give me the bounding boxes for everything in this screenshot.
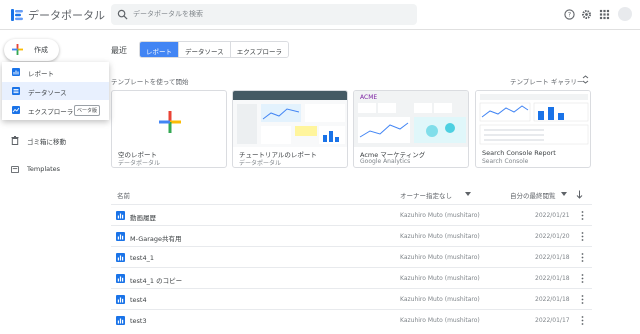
table-row[interactable]: M-Garage共有用 Kazuhiro Muto (mushitaro) 2022… — [111, 225, 592, 246]
page-title: 最近 — [111, 46, 127, 55]
tab-datasources[interactable]: データソース — [178, 42, 230, 57]
report-icon — [116, 316, 125, 325]
column-header-owner[interactable]: オーナー指定なし — [400, 190, 452, 200]
more-vert-icon[interactable] — [581, 295, 584, 304]
report-owner: Kazuhiro Muto (mushitaro) — [400, 254, 480, 261]
template-gallery-toggle[interactable]: テンプレート ギャラリー — [510, 76, 583, 86]
sort-arrow-icon[interactable] — [576, 190, 583, 199]
report-icon — [116, 253, 125, 262]
explorer-icon — [12, 106, 20, 114]
report-icon — [116, 295, 125, 304]
report-last-viewed: 2022/01/17 — [535, 317, 570, 324]
data-studio-logo-icon[interactable] — [10, 8, 24, 22]
app-title[interactable]: データポータル — [28, 7, 105, 23]
plus-icon — [159, 111, 181, 133]
more-vert-icon[interactable] — [581, 211, 584, 220]
template-card-search-console[interactable]: Search Console Report Search Console — [475, 90, 591, 168]
report-owner: Kazuhiro Muto (mushitaro) — [400, 212, 480, 219]
template-subtitle: データポータル — [118, 160, 161, 167]
sidebar-item-label: Templates — [27, 165, 61, 173]
template-thumbnail — [233, 91, 347, 147]
create-button[interactable]: 作成 — [4, 39, 59, 61]
template-subtitle: データポータル — [239, 160, 282, 167]
table-row[interactable]: test4 Kazuhiro Muto (mushitaro) 2022/01/18 — [111, 288, 592, 309]
asset-type-tabs: レポート データソース エクスプローラ — [139, 41, 289, 58]
report-owner: Kazuhiro Muto (mushitaro) — [400, 317, 480, 324]
report-owner: Kazuhiro Muto (mushitaro) — [400, 296, 480, 303]
sidebar-item-label: ゴミ箱に移動 — [27, 138, 66, 146]
more-vert-icon[interactable] — [581, 253, 584, 262]
report-name[interactable]: test4 — [130, 296, 147, 304]
trash-icon — [11, 136, 19, 145]
beta-badge: ベータ版 — [74, 105, 101, 116]
template-thumbnail: ACME — [354, 91, 468, 147]
report-name[interactable]: test4_1 — [130, 254, 154, 262]
search-box[interactable]: データポータルを検索 — [111, 4, 417, 25]
report-icon — [116, 274, 125, 283]
settings-icon[interactable] — [581, 9, 592, 20]
report-name[interactable]: test4_1 のコピー — [130, 275, 182, 285]
report-icon — [116, 232, 125, 241]
template-card-tutorial[interactable]: チュートリアルのレポート データポータル — [232, 90, 348, 168]
template-section-heading: テンプレートを使って開始 — [111, 78, 189, 86]
report-name[interactable]: test3 — [130, 317, 147, 325]
report-last-viewed: 2022/01/18 — [535, 254, 570, 261]
table-row[interactable]: test3 Kazuhiro Muto (mushitaro) 2022/01/17 — [111, 309, 592, 330]
menu-item-label: レポート — [28, 70, 54, 78]
datasource-icon — [12, 87, 20, 95]
table-row[interactable]: test4_1 Kazuhiro Muto (mushitaro) 2022/01/… — [111, 246, 592, 267]
report-owner: Kazuhiro Muto (mushitaro) — [400, 233, 480, 240]
menu-item-label: データソース — [28, 89, 67, 97]
account-avatar[interactable] — [618, 7, 632, 21]
menu-item-datasource[interactable]: データソース — [2, 82, 109, 100]
report-owner: Kazuhiro Muto (mushitaro) — [400, 275, 480, 282]
apps-grid-icon[interactable] — [599, 9, 610, 20]
plus-icon — [12, 44, 23, 55]
search-input[interactable]: データポータルを検索 — [133, 9, 203, 19]
menu-item-explorer[interactable]: エクスプローラ ベータ版 — [2, 101, 109, 119]
more-vert-icon[interactable] — [581, 316, 584, 325]
column-header-name[interactable]: 名前 — [117, 190, 130, 200]
report-last-viewed: 2022/01/18 — [535, 296, 570, 303]
table-row[interactable]: 動画履歴 Kazuhiro Muto (mushitaro) 2022/01/21 — [111, 204, 592, 225]
template-title: Search Console Report — [482, 149, 556, 157]
menu-item-report[interactable]: レポート — [2, 63, 109, 81]
unfold-icon[interactable] — [582, 75, 589, 84]
report-last-viewed: 2022/01/21 — [535, 212, 570, 219]
template-subtitle: Search Console — [482, 158, 529, 165]
owner-dropdown-icon[interactable] — [465, 192, 471, 197]
top-app-bar: データポータル データポータルを検索 ? — [0, 0, 640, 30]
create-label: 作成 — [34, 46, 48, 54]
template-card-blank[interactable]: 空のレポート データポータル — [111, 90, 227, 168]
report-name[interactable]: 動画履歴 — [130, 212, 156, 222]
report-icon — [12, 68, 20, 76]
help-icon[interactable]: ? — [564, 9, 575, 20]
column-header-last-viewed[interactable]: 自分の最終閲覧 — [510, 190, 556, 200]
templates-icon — [11, 165, 19, 174]
svg-text:?: ? — [568, 11, 571, 19]
menu-item-label: エクスプローラ — [28, 108, 74, 116]
template-subtitle: Google Analytics — [360, 158, 411, 165]
search-icon — [117, 9, 128, 20]
template-card-acme[interactable]: ACME Acme マーケティング Google Analytics — [353, 90, 469, 168]
tab-reports[interactable]: レポート — [140, 42, 178, 57]
acme-logo-text: ACME — [360, 94, 377, 101]
table-row[interactable]: test4_1 のコピー Kazuhiro Muto (mushitaro) 202… — [111, 267, 592, 288]
create-menu: レポート データソース エクスプローラ ベータ版 — [2, 62, 109, 120]
report-name[interactable]: M-Garage共有用 — [130, 233, 182, 243]
sidebar-item-templates[interactable]: Templates — [0, 161, 100, 177]
report-last-viewed: 2022/01/18 — [535, 275, 570, 282]
sidebar-item-trash[interactable]: ゴミ箱に移動 — [0, 132, 100, 148]
report-last-viewed: 2022/01/20 — [535, 233, 570, 240]
report-icon — [116, 211, 125, 220]
more-vert-icon[interactable] — [581, 274, 584, 283]
tab-explorer[interactable]: エクスプローラ — [229, 42, 288, 57]
more-vert-icon[interactable] — [581, 232, 584, 241]
sort-dropdown-icon[interactable] — [561, 192, 567, 197]
template-thumbnail — [476, 91, 590, 147]
